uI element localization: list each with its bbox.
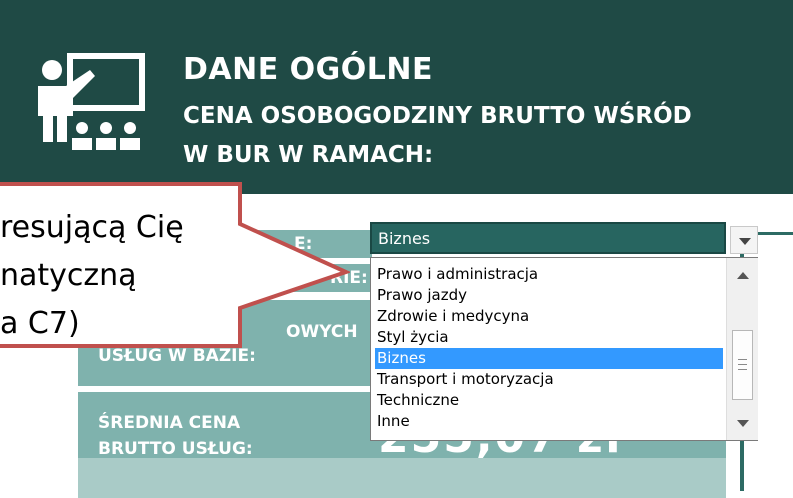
dropdown-selected-value: Biznes [378, 229, 431, 248]
dropdown-option[interactable]: Prawo jazdy [375, 285, 723, 306]
page-title: DANE OGÓLNE [183, 52, 434, 87]
scroll-up-button[interactable] [727, 262, 758, 288]
average-price-label: ŚREDNIA CENA BRUTTO USŁUG: [98, 413, 253, 459]
category-dropdown[interactable]: Biznes [370, 222, 726, 254]
page-subtitle-line1: CENA OSOBOGODZINY BRUTTO WŚRÓD [183, 103, 692, 129]
chevron-down-icon [737, 420, 749, 427]
dropdown-option[interactable]: Zdrowie i medycyna [375, 306, 723, 327]
chevron-up-icon [737, 272, 749, 279]
dropdown-list[interactable]: Prawo i administracja Prawo jazdy Zdrowi… [370, 257, 758, 441]
dropdown-option[interactable]: Techniczne [375, 390, 723, 411]
next-panel [78, 458, 726, 498]
dropdown-option[interactable]: Prawo i administracja [375, 264, 723, 285]
callout-line3: a C7) [0, 306, 80, 341]
callout-line1: resującą Cię [0, 210, 184, 245]
dropdown-toggle-button[interactable] [730, 226, 758, 254]
dropdown-option[interactable]: Styl życia [375, 327, 723, 348]
scroll-thumb[interactable] [732, 330, 753, 400]
page-subtitle-line2: W BUR W RAMACH: [183, 142, 434, 168]
teacher-presentation-icon [38, 53, 145, 150]
dashboard-header: DANE OGÓLNE CENA OSOBOGODZINY BRUTTO WŚR… [0, 0, 793, 194]
scroll-down-button[interactable] [727, 410, 758, 436]
instruction-callout: resującą Cię natyczną a C7) [0, 180, 352, 350]
dropdown-option-selected[interactable]: Biznes [375, 348, 723, 369]
callout-line2: natyczną [0, 258, 137, 293]
dropdown-option[interactable]: Inne [375, 411, 723, 432]
dropdown-option[interactable]: Transport i motoryzacja [375, 369, 723, 390]
dropdown-scrollbar[interactable] [726, 258, 758, 440]
chevron-down-icon [739, 238, 751, 245]
